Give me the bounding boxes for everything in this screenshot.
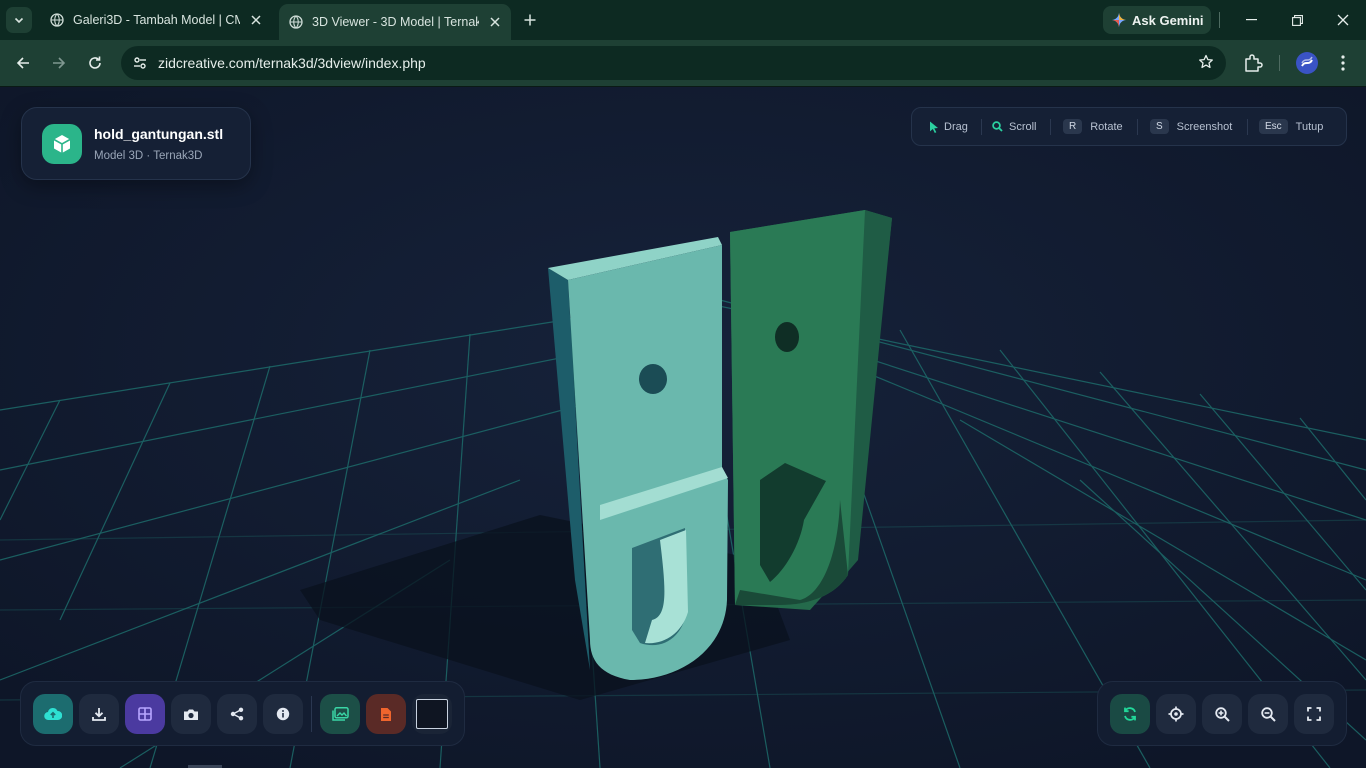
close-icon xyxy=(1337,14,1349,26)
forward-button[interactable] xyxy=(45,49,73,77)
document-icon xyxy=(381,707,391,721)
chevron-down-icon xyxy=(14,17,24,24)
search-icon xyxy=(992,121,1003,132)
divider xyxy=(311,696,312,732)
divider xyxy=(1247,119,1248,135)
pdf-export-button[interactable] xyxy=(366,694,406,734)
upload-button[interactable] xyxy=(33,694,73,734)
model-subtitle: Model 3D · Ternak3D xyxy=(94,150,203,162)
color-picker-button[interactable] xyxy=(412,694,452,734)
model-info-card: hold_gantungan.stl Model 3D · Ternak3D xyxy=(21,107,251,180)
info-icon xyxy=(276,707,290,721)
arrow-right-icon xyxy=(53,57,66,69)
crosshair-icon xyxy=(1168,706,1184,722)
key-r: R xyxy=(1063,119,1083,134)
3d-viewer-canvas[interactable]: hold_gantungan.stl Model 3D · Ternak3D D… xyxy=(0,87,1366,768)
more-menu-icon[interactable] xyxy=(1335,52,1351,74)
divider xyxy=(981,119,982,135)
share-icon xyxy=(230,707,244,721)
url-text: zidcreative.com/ternak3d/3dview/index.ph… xyxy=(158,55,426,71)
camera-icon xyxy=(184,709,198,720)
gemini-sparkle-icon xyxy=(1112,13,1126,27)
extensions-icon[interactable] xyxy=(1242,52,1264,74)
3d-scene[interactable] xyxy=(0,87,1366,768)
shortcut-hints: Drag Scroll R Rotate S Screenshot Esc Tu… xyxy=(911,107,1347,146)
minimize-button[interactable] xyxy=(1228,6,1274,34)
browser-tab-bar: Galeri3D - Tambah Model | CMS 3D Viewer … xyxy=(0,0,1366,40)
hint-drag: Drag xyxy=(929,108,968,145)
download-icon xyxy=(92,708,106,721)
plus-icon xyxy=(524,14,536,26)
site-info-icon[interactable] xyxy=(130,53,150,73)
share-button[interactable] xyxy=(217,694,257,734)
grid-icon xyxy=(138,707,152,721)
refresh-icon xyxy=(1124,707,1136,721)
key-s: S xyxy=(1150,119,1169,134)
address-bar[interactable]: zidcreative.com/ternak3d/3dview/index.ph… xyxy=(121,46,1226,80)
hint-scroll: Scroll xyxy=(992,108,1037,145)
profile-icon xyxy=(1301,56,1313,67)
tab-title: 3D Viewer - 3D Model | Ternak3D xyxy=(312,15,479,29)
divider xyxy=(1137,119,1138,135)
divider xyxy=(1050,119,1051,135)
reload-button[interactable] xyxy=(81,49,109,77)
info-button[interactable] xyxy=(263,694,303,734)
bookmark-star-icon[interactable] xyxy=(1198,54,1214,70)
model-filename: hold_gantungan.stl xyxy=(94,126,224,142)
color-swatch-icon xyxy=(416,699,448,729)
close-tab-icon[interactable] xyxy=(248,12,264,28)
profile-avatar[interactable] xyxy=(1296,52,1318,74)
minimize-icon xyxy=(1245,19,1257,21)
tab-galeri3d[interactable]: Galeri3D - Tambah Model | CMS xyxy=(40,6,272,34)
restore-icon xyxy=(1291,14,1303,26)
fullscreen-icon xyxy=(1307,707,1321,721)
cube-icon xyxy=(42,124,82,164)
new-tab-button[interactable] xyxy=(520,10,540,30)
globe-icon xyxy=(50,13,64,27)
image-icon xyxy=(331,707,349,721)
restore-button[interactable] xyxy=(1274,6,1320,34)
cursor-icon xyxy=(930,121,938,133)
back-button[interactable] xyxy=(9,49,37,77)
arrow-left-icon xyxy=(16,57,29,69)
divider xyxy=(1219,12,1220,28)
fullscreen-button[interactable] xyxy=(1294,694,1334,734)
left-toolbar xyxy=(20,681,465,746)
grid-toggle-button[interactable] xyxy=(125,694,165,734)
background-image-button[interactable] xyxy=(320,694,360,734)
ask-gemini-label: Ask Gemini xyxy=(1132,12,1204,28)
key-esc: Esc xyxy=(1259,119,1288,134)
right-toolbar xyxy=(1097,681,1347,746)
screenshot-button[interactable] xyxy=(171,694,211,734)
hint-screenshot: S Screenshot xyxy=(1150,108,1232,145)
reload-icon xyxy=(89,56,101,69)
close-tab-icon[interactable] xyxy=(487,14,503,30)
download-button[interactable] xyxy=(79,694,119,734)
ask-gemini-button[interactable]: Ask Gemini xyxy=(1103,6,1211,34)
cloud-upload-icon xyxy=(44,707,62,721)
tab-search-button[interactable] xyxy=(6,7,32,33)
zoom-out-icon xyxy=(1260,706,1276,722)
zoom-in-button[interactable] xyxy=(1202,694,1242,734)
tab-title: Galeri3D - Tambah Model | CMS xyxy=(73,13,240,27)
hint-close: Esc Tutup xyxy=(1259,108,1323,145)
globe-icon xyxy=(289,15,303,29)
center-view-button[interactable] xyxy=(1156,694,1196,734)
hint-rotate: R Rotate xyxy=(1063,108,1123,145)
zoom-in-icon xyxy=(1214,706,1230,722)
auto-rotate-button[interactable] xyxy=(1110,694,1150,734)
close-window-button[interactable] xyxy=(1320,6,1366,34)
zoom-out-button[interactable] xyxy=(1248,694,1288,734)
divider xyxy=(1279,55,1280,71)
tab-3d-viewer[interactable]: 3D Viewer - 3D Model | Ternak3D xyxy=(279,4,511,40)
